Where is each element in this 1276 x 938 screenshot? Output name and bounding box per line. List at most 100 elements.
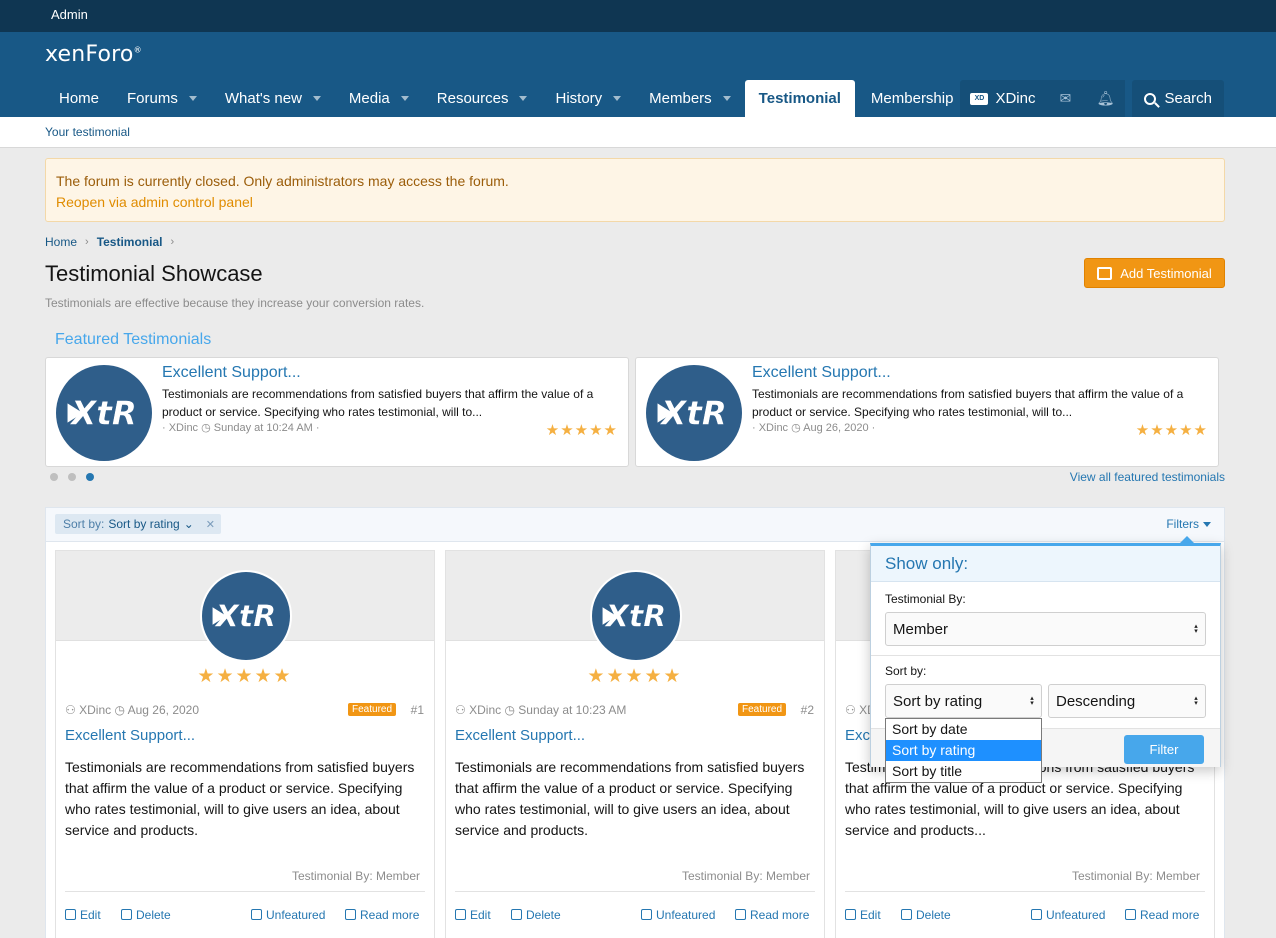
bell-icon[interactable]: 🔔︎ <box>1085 80 1126 117</box>
edit-button[interactable]: Edit <box>455 908 491 922</box>
nav-tab-members[interactable]: Members <box>635 80 745 117</box>
your-testimonial-link[interactable]: Your testimonial <box>45 125 130 139</box>
author-link[interactable]: XDinc <box>469 703 501 717</box>
sort-option[interactable]: Sort by date <box>886 719 1041 740</box>
testimonial-body: Testimonials are recommendations from sa… <box>455 759 805 838</box>
nav-tab-membership[interactable]: Membership <box>857 80 968 117</box>
divider <box>845 891 1205 892</box>
delete-button[interactable]: Delete <box>901 908 951 922</box>
clock-icon: ◷ <box>504 703 515 717</box>
read-more-button[interactable]: Read more <box>1125 908 1199 922</box>
trash-icon <box>511 909 522 920</box>
breadcrumb-home[interactable]: Home <box>45 235 77 249</box>
edit-button[interactable]: Edit <box>845 908 881 922</box>
unfeatured-button[interactable]: Unfeatured <box>251 908 325 922</box>
featured-title[interactable]: Excellent Support... <box>752 364 891 382</box>
nav-tab-label: Forums <box>127 90 178 107</box>
edit-button[interactable]: Edit <box>65 908 101 922</box>
testimonial-title[interactable]: Excellent Support... <box>455 727 585 744</box>
reopen-link[interactable]: Reopen via admin control panel <box>56 192 1214 213</box>
close-icon[interactable]: ✕ <box>206 518 215 531</box>
featured-title[interactable]: Excellent Support... <box>162 364 301 382</box>
main-nav: Home Forums What's new Media Resources Histor… <box>45 80 967 117</box>
thumbs-down-icon <box>1031 909 1042 920</box>
user-nav: XD XDinc ✉ 🔔︎ Search <box>960 80 1224 117</box>
sort-order-select[interactable]: Descending <box>1048 684 1206 718</box>
edit-icon <box>1097 266 1113 280</box>
view-all-featured-link[interactable]: View all featured testimonials <box>1070 470 1225 484</box>
read-more-button[interactable]: Read more <box>345 908 419 922</box>
chevron-down-icon[interactable] <box>519 96 528 101</box>
nav-tab-label: Members <box>649 90 712 107</box>
divider <box>871 655 1220 656</box>
user-menu[interactable]: XD XDinc <box>960 80 1046 117</box>
chevron-down-icon[interactable] <box>613 96 622 101</box>
read-more-icon <box>1125 909 1136 920</box>
author-link[interactable]: XDinc <box>79 703 111 717</box>
sort-by-select[interactable]: Sort by rating <box>885 684 1042 718</box>
chevron-down-icon[interactable] <box>400 96 409 101</box>
testimonial-avatar[interactable]: XtR <box>590 570 682 662</box>
testimonial-title[interactable]: Excellent Support... <box>65 727 195 744</box>
nav-tab-resources[interactable]: Resources <box>423 80 542 117</box>
clock-icon: ◷ <box>114 703 125 717</box>
carousel-dot[interactable] <box>86 473 94 481</box>
notice-message: The forum is currently closed. Only admi… <box>56 173 509 189</box>
testimonial-meta: ⚇ XDinc ◷ Aug 26, 2020 <box>65 703 199 717</box>
carousel-dot[interactable] <box>50 473 58 481</box>
site-logo[interactable]: xenForo® <box>45 42 142 67</box>
featured-card[interactable]: XtR Excellent Support... Testimonials are … <box>635 357 1219 467</box>
thumbs-down-icon <box>641 909 652 920</box>
trash-icon <box>901 909 912 920</box>
nav-tab-label: Media <box>348 90 390 107</box>
sort-option[interactable]: Sort by title <box>886 761 1041 782</box>
featured-badge: Featured <box>738 703 787 716</box>
testimonial-title[interactable]: Exc <box>845 727 870 744</box>
popup-arrow <box>1180 536 1194 543</box>
testimonial-by: Testimonial By: Member <box>1071 869 1200 883</box>
nav-tab-media[interactable]: Media <box>335 80 423 117</box>
nav-tab-testimonial[interactable]: Testimonial <box>744 80 855 117</box>
read-more-icon <box>345 909 356 920</box>
search-button[interactable]: Search <box>1132 80 1224 117</box>
add-testimonial-button[interactable]: Add Testimonial <box>1084 258 1225 288</box>
user-icon: ⚇ <box>455 703 466 717</box>
nav-tab-history[interactable]: History <box>541 80 635 117</box>
admin-link[interactable]: Admin <box>51 7 88 22</box>
read-more-button[interactable]: Read more <box>735 908 809 922</box>
featured-card[interactable]: XtR Excellent Support... Testimonials are … <box>45 357 629 467</box>
featured-avatar[interactable]: XtR <box>646 365 742 461</box>
thumbs-down-icon <box>251 909 262 920</box>
nav-tab-home[interactable]: Home <box>45 80 113 117</box>
testimonial-by-select[interactable]: Member <box>885 612 1206 646</box>
carousel-dot[interactable] <box>68 473 76 481</box>
featured-meta: · XDinc ◷ Aug 26, 2020 · <box>752 422 876 434</box>
nav-tab-what-s-new[interactable]: What's new <box>211 80 335 117</box>
envelope-icon[interactable]: ✉ <box>1045 80 1086 117</box>
unfeatured-button[interactable]: Unfeatured <box>641 908 715 922</box>
filter-button[interactable]: Filter <box>1124 735 1204 764</box>
sort-option[interactable]: Sort by rating <box>886 740 1041 761</box>
delete-button[interactable]: Delete <box>121 908 171 922</box>
xtr-logo-icon: XtR <box>646 365 742 461</box>
forum-closed-notice: The forum is currently closed. Only admi… <box>45 158 1225 222</box>
testimonial-avatar[interactable]: XtR <box>200 570 292 662</box>
delete-button[interactable]: Delete <box>511 908 561 922</box>
chevron-down-icon[interactable] <box>188 96 197 101</box>
admin-bar[interactable]: Admin <box>0 0 1276 32</box>
nav-tab-forums[interactable]: Forums <box>113 80 211 117</box>
chevron-down-icon[interactable] <box>722 96 731 101</box>
chevron-down-icon[interactable] <box>312 96 321 101</box>
edit-icon <box>65 909 76 920</box>
edit-icon <box>455 909 466 920</box>
unfeatured-button[interactable]: Unfeatured <box>1031 908 1105 922</box>
filters-menu-link[interactable]: Filters <box>1166 517 1211 531</box>
username: XDinc <box>995 90 1036 107</box>
featured-avatar[interactable]: XtR <box>56 365 152 461</box>
testimonial-by-label: Testimonial By: <box>885 592 966 606</box>
sort-chip[interactable]: Sort by: Sort by rating ⌄ ✕ <box>55 514 222 534</box>
featured-snippet: Testimonials are recommendations from sa… <box>162 387 594 419</box>
search-label: Search <box>1164 90 1212 107</box>
read-more-icon <box>735 909 746 920</box>
breadcrumb-testimonial[interactable]: Testimonial <box>97 235 163 249</box>
